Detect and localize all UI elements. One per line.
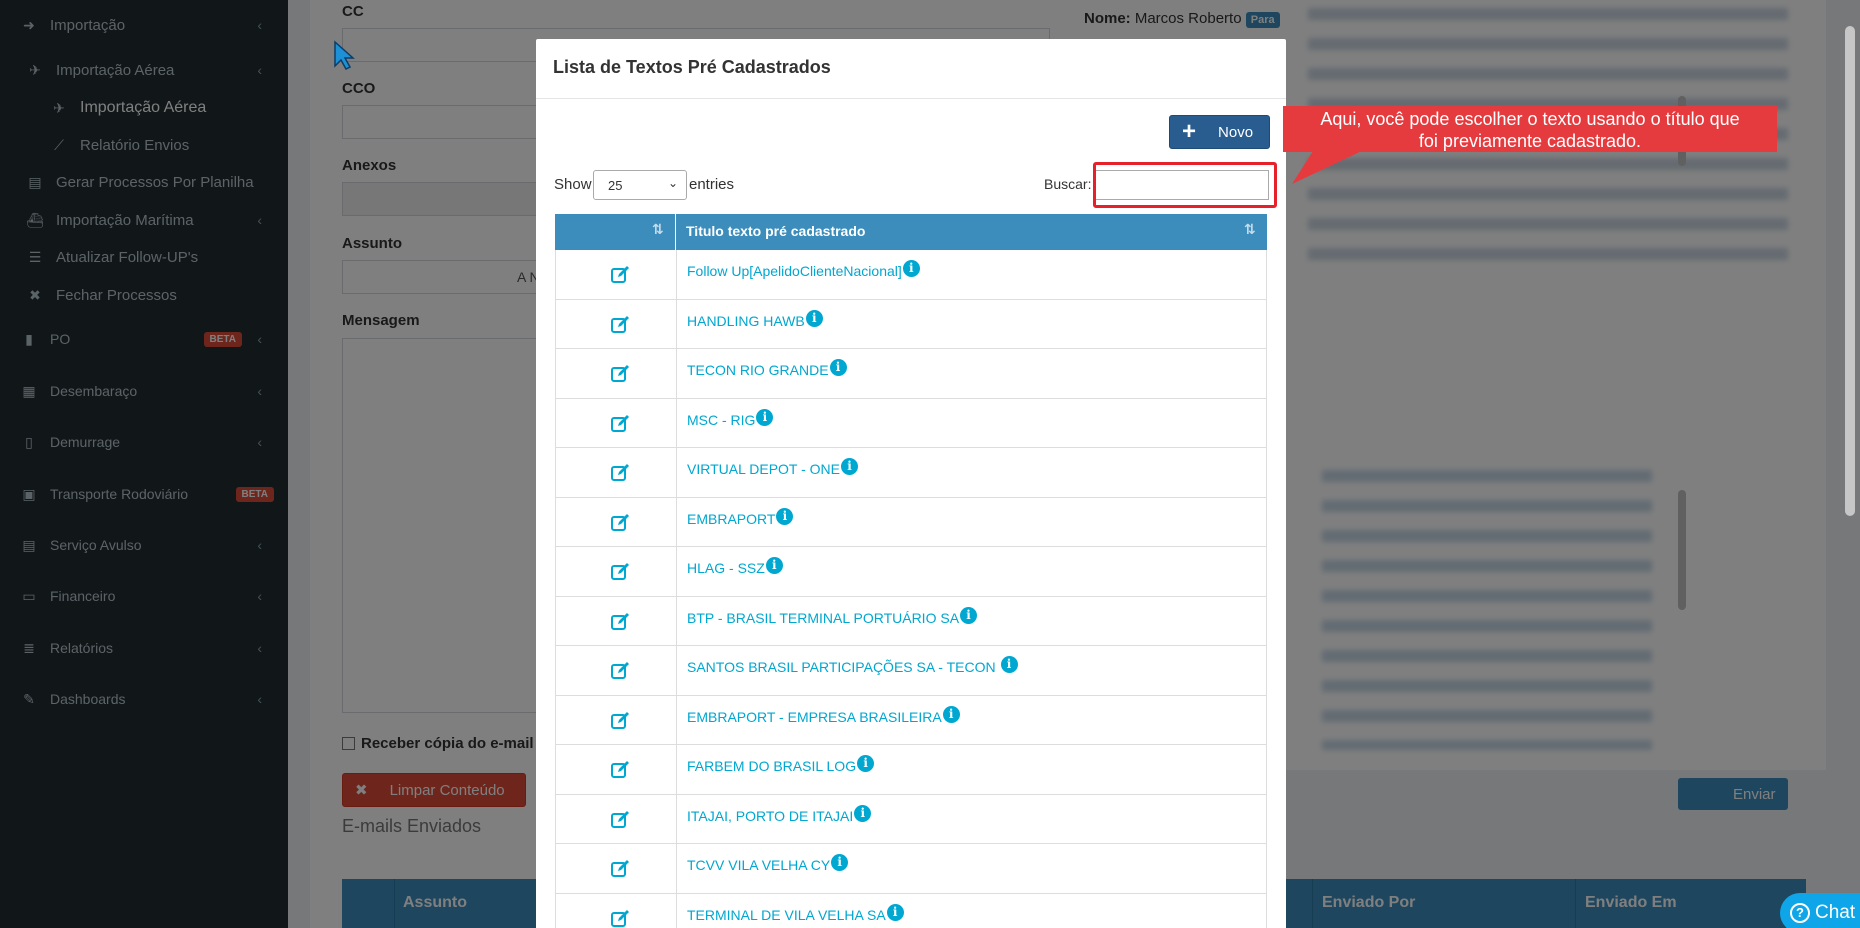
text-title-link[interactable]: MSC - RIG i	[687, 408, 774, 428]
info-icon[interactable]: i	[765, 557, 783, 574]
text-title: MSC - RIG	[687, 411, 756, 428]
edit-icon[interactable]	[610, 908, 630, 928]
sort-icon[interactable]: ⇅	[1244, 221, 1256, 238]
search-highlight	[1093, 162, 1277, 208]
table-row: BTP - BRASIL TERMINAL PORTUÁRIO SA i	[555, 596, 1267, 646]
page-scrollbar[interactable]	[1845, 26, 1855, 516]
text-title: Follow Up[ApelidoClienteNacional]	[687, 263, 902, 279]
edit-icon[interactable]	[610, 611, 630, 631]
info-icon[interactable]: i	[776, 507, 794, 525]
text-title-link[interactable]: HANDLING HAWB i	[687, 309, 823, 329]
info-icon[interactable]: i	[902, 260, 920, 277]
text-title: HLAG - SSZ	[687, 560, 765, 576]
search-label: Buscar:	[1044, 176, 1092, 192]
info-icon[interactable]: i	[960, 606, 978, 624]
edit-icon[interactable]	[610, 710, 630, 730]
text-title-link[interactable]: EMBRAPORT - EMPRESA BRASILEIRA i	[687, 705, 960, 725]
info-icon[interactable]: i	[805, 309, 823, 327]
text-title-link[interactable]: ITAJAI, PORTO DE ITAJAI i	[687, 804, 872, 824]
new-text-label: Novo	[1218, 123, 1254, 141]
table-row: TECON RIO GRANDE i	[555, 349, 1267, 399]
text-title-link[interactable]: VIRTUAL DEPOT - ONE i	[687, 458, 858, 477]
edit-icon[interactable]	[610, 561, 630, 581]
edit-icon[interactable]	[610, 759, 630, 779]
edit-icon[interactable]	[610, 809, 630, 829]
column-header-title[interactable]: Titulo texto pré cadastrado	[686, 223, 865, 239]
info-icon[interactable]: i	[841, 458, 858, 475]
edit-icon[interactable]	[610, 314, 630, 334]
table-row: HLAG - SSZ i	[555, 547, 1267, 597]
new-text-button[interactable]: + Novo	[1169, 115, 1270, 149]
table-row: SANTOS BRASIL PARTICIPAÇÕES SA - TECON i	[555, 646, 1267, 696]
tooltip-callout: Aqui, você pode escolher o texto usando …	[1283, 106, 1777, 152]
edit-icon[interactable]	[610, 512, 630, 532]
info-icon[interactable]: i	[942, 705, 960, 723]
edit-icon[interactable]	[610, 363, 630, 383]
text-title: HANDLING HAWB	[687, 312, 805, 329]
info-icon[interactable]: i	[1000, 656, 1018, 673]
text-title: EMBRAPORT	[687, 510, 776, 527]
sort-icon[interactable]: ⇅	[652, 221, 664, 238]
text-title: VIRTUAL DEPOT - ONE	[687, 461, 840, 477]
text-title-link[interactable]: TCVV VILA VELHA CY i	[687, 854, 849, 873]
show-label: Show	[554, 176, 592, 193]
edit-icon[interactable]	[610, 413, 630, 433]
page-length-value: 25	[608, 178, 623, 193]
table-row: HANDLING HAWB i	[555, 299, 1267, 349]
text-title-link[interactable]: FARBEM DO BRASIL LOG i	[687, 755, 875, 774]
help-icon: ?	[1790, 903, 1810, 923]
edit-icon[interactable]	[610, 462, 630, 482]
text-title: TERMINAL DE VILA VELHA SA	[687, 906, 886, 923]
entries-label: entries	[689, 176, 735, 193]
text-title: TCVV VILA VELHA CY	[687, 857, 831, 873]
table-row: MSC - RIG i	[555, 398, 1267, 448]
chat-button[interactable]: ? Chat	[1780, 893, 1860, 928]
callout-line-2: foi previamente cadastrado.	[1418, 131, 1642, 151]
text-title: BTP - BRASIL TERMINAL PORTUÁRIO SA	[687, 609, 960, 626]
edit-icon[interactable]	[610, 264, 630, 284]
table-header: ⇅ Titulo texto pré cadastrado ⇅	[555, 214, 1267, 250]
edit-icon[interactable]	[610, 660, 630, 680]
info-icon[interactable]: i	[857, 755, 875, 772]
table-row: EMBRAPORT - EMPRESA BRASILEIRA i	[555, 695, 1267, 745]
edit-icon[interactable]	[610, 858, 630, 878]
text-title: FARBEM DO BRASIL LOG	[687, 758, 857, 774]
modal-title: Lista de Textos Pré Cadastrados	[536, 39, 1286, 99]
table-row: TCVV VILA VELHA CY i	[555, 844, 1267, 894]
info-icon[interactable]: i	[886, 903, 904, 921]
info-icon[interactable]: i	[854, 804, 872, 822]
mouse-cursor-icon	[334, 40, 355, 70]
text-title: ITAJAI, PORTO DE ITAJAI	[687, 807, 854, 824]
text-title-link[interactable]: HLAG - SSZ i	[687, 557, 783, 576]
info-icon[interactable]: i	[831, 854, 849, 871]
table-row: EMBRAPORT i	[555, 497, 1267, 547]
chevron-down-icon: ⌄	[667, 176, 678, 190]
plus-icon: +	[1182, 118, 1197, 145]
table-row: FARBEM DO BRASIL LOG i	[555, 745, 1267, 795]
chat-label: Chat	[1815, 902, 1856, 923]
text-title: EMBRAPORT - EMPRESA BRASILEIRA	[687, 708, 942, 725]
table-row: ITAJAI, PORTO DE ITAJAI i	[555, 794, 1267, 844]
text-title-link[interactable]: SANTOS BRASIL PARTICIPAÇÕES SA - TECON i	[687, 656, 1018, 675]
text-title-link[interactable]: EMBRAPORT i	[687, 507, 794, 527]
callout-line-1: Aqui, você pode escolher o texto usando …	[1320, 109, 1740, 129]
text-title-link[interactable]: Follow Up[ApelidoClienteNacional] i	[687, 260, 920, 279]
page-length-select[interactable]: 25 ⌄	[593, 170, 687, 200]
table-row: TERMINAL DE VILA VELHA SA i	[555, 893, 1267, 928]
text-title: TECON RIO GRANDE	[687, 362, 829, 378]
text-title: SANTOS BRASIL PARTICIPAÇÕES SA - TECON	[687, 659, 1000, 675]
text-title-link[interactable]: BTP - BRASIL TERMINAL PORTUÁRIO SA i	[687, 606, 978, 626]
text-title-link[interactable]: TECON RIO GRANDE i	[687, 359, 847, 378]
table-row: VIRTUAL DEPOT - ONE i	[555, 448, 1267, 498]
table-row: Follow Up[ApelidoClienteNacional] i	[555, 250, 1267, 300]
text-title-link[interactable]: TERMINAL DE VILA VELHA SA i	[687, 903, 904, 923]
info-icon[interactable]: i	[829, 359, 847, 376]
info-icon[interactable]: i	[756, 408, 774, 426]
